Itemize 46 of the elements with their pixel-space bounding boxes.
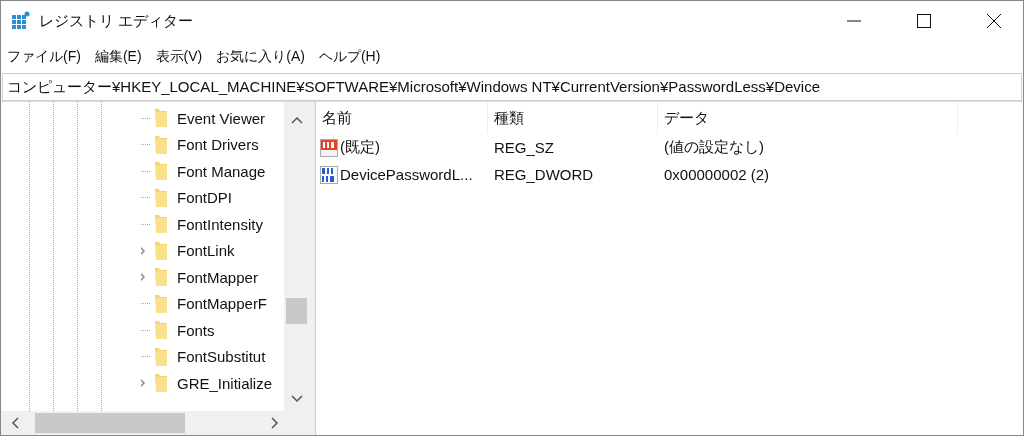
folder-icon [155, 268, 167, 287]
value-data: 0x00000002 (2) [663, 166, 771, 183]
tree-item[interactable]: FontIntensity [177, 215, 263, 233]
maximize-icon [917, 14, 931, 28]
value-type: REG_DWORD [493, 166, 595, 183]
tree-item[interactable]: Font Drivers [177, 136, 259, 154]
string-value-icon [320, 138, 338, 157]
column-header[interactable]: 名前 [316, 102, 488, 134]
scrollbar-thumb[interactable] [286, 298, 307, 324]
value-type: REG_SZ [493, 139, 555, 156]
folder-icon [155, 241, 167, 260]
menu-item[interactable]: 編集(E) [94, 48, 142, 66]
folder-icon [155, 215, 167, 234]
window-title: レジストリ エディター [39, 11, 194, 31]
folder-icon [155, 347, 167, 366]
tree-item[interactable]: GRE_Initialize [177, 374, 273, 392]
folder-icon [155, 321, 167, 340]
value-name[interactable]: DevicePasswordL... [340, 166, 473, 183]
tree-item[interactable]: FontMapperF [177, 295, 268, 313]
registry-icon [11, 11, 31, 31]
menu-item[interactable]: お気に入り(A) [216, 48, 305, 66]
column-header[interactable]: データ [658, 102, 958, 134]
tree-item[interactable]: FontMapper [177, 268, 258, 286]
folder-icon [155, 162, 167, 181]
tree-item[interactable]: Event Viewer [177, 109, 266, 127]
tree-item[interactable]: FontSubstitut [177, 348, 266, 366]
tree-item[interactable]: FontDPI [177, 189, 233, 207]
tree-item[interactable]: FontLink [177, 242, 235, 260]
folder-icon [155, 109, 167, 128]
close-icon [987, 14, 1001, 28]
folder-icon [155, 294, 167, 313]
binary-value-icon [320, 165, 338, 184]
tree-item[interactable]: Fonts [177, 321, 215, 339]
folder-icon [155, 188, 167, 207]
menu-item[interactable]: 表示(V) [155, 48, 203, 66]
scrollbar-thumb[interactable] [35, 413, 185, 433]
folder-icon [155, 135, 167, 154]
column-header[interactable]: 種類 [488, 102, 658, 134]
menu-item[interactable]: ヘルプ(H) [318, 48, 381, 66]
folder-icon [155, 374, 167, 393]
value-name[interactable]: (既定) [340, 138, 380, 157]
horizontal-scrollbar[interactable] [1, 411, 309, 435]
address-bar[interactable]: コンピューター¥HKEY_LOCAL_MACHINE¥SOFTWARE¥Microsoft¥Windows NT¥CurrentVersion¥PasswordLess¥Device [2, 73, 1022, 101]
menu-item[interactable]: ファイル(F) [7, 48, 81, 66]
tree-item[interactable]: Font Manage [177, 162, 266, 180]
value-data: (値の設定なし) [663, 138, 765, 157]
